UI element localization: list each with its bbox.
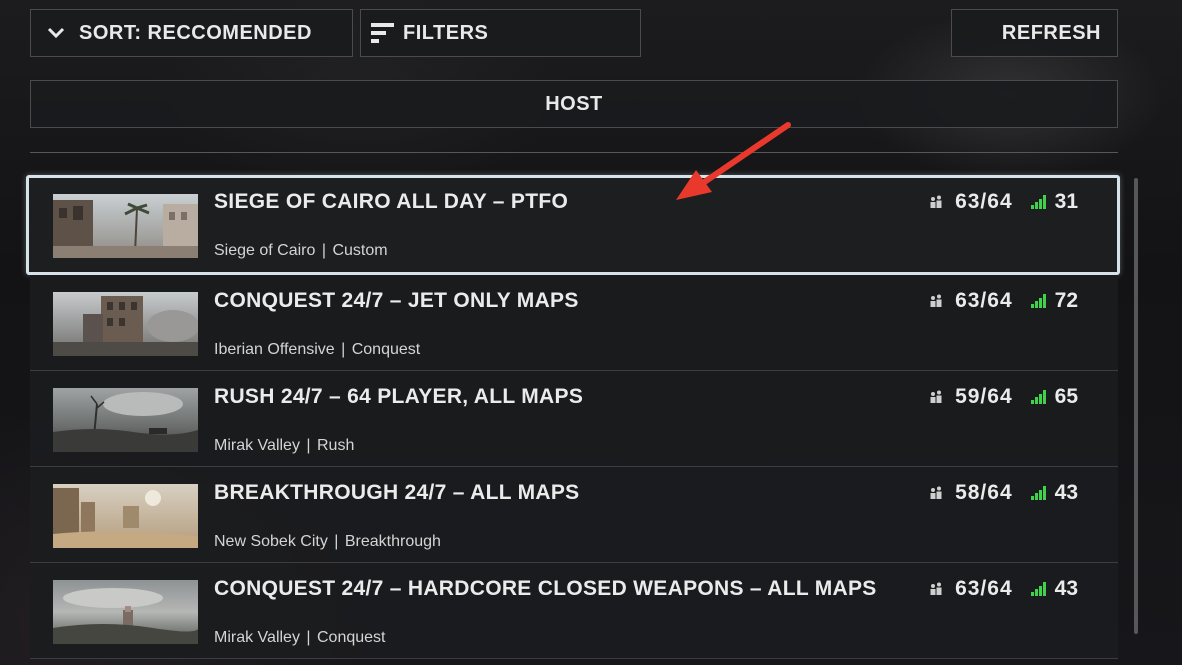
chevron-down-icon bbox=[47, 21, 79, 45]
server-row[interactable]: RUSH 24/7 – 64 PLAYER, ALL MAPS Mirak Va… bbox=[30, 371, 1118, 467]
signal-bars-icon bbox=[1030, 582, 1047, 596]
players-icon bbox=[929, 582, 943, 596]
sort-label: SORT: RECCOMENDED bbox=[79, 21, 312, 44]
server-title: BREAKTHROUGH 24/7 – ALL MAPS bbox=[214, 481, 580, 504]
game-mode: Rush bbox=[317, 437, 355, 454]
players-icon bbox=[929, 486, 943, 500]
host-button[interactable]: HOST bbox=[30, 80, 1118, 128]
server-row[interactable]: BREAKTHROUGH 24/7 – ALL MAPS New Sobek C… bbox=[30, 467, 1118, 563]
ping-value: 43 bbox=[1054, 481, 1078, 504]
player-count: 59/64 bbox=[955, 385, 1013, 408]
refresh-button[interactable]: REFRESH bbox=[951, 9, 1118, 57]
map-name: Mirak Valley bbox=[214, 437, 300, 454]
map-thumbnail bbox=[53, 388, 198, 452]
refresh-label: REFRESH bbox=[1001, 21, 1101, 44]
signal-bars-icon bbox=[1030, 486, 1047, 500]
server-stats: 59/64 65 bbox=[929, 385, 1078, 409]
divider bbox=[30, 152, 1118, 153]
server-subtitle: Iberian Offensive | Conquest bbox=[214, 341, 421, 358]
map-name: Mirak Valley bbox=[214, 629, 300, 646]
server-stats: 63/64 31 bbox=[929, 190, 1078, 214]
map-thumbnail bbox=[53, 484, 198, 548]
host-label: HOST bbox=[545, 92, 603, 115]
server-subtitle: Siege of Cairo | Custom bbox=[214, 242, 388, 259]
server-row[interactable]: SIEGE OF CAIRO ALL DAY – PTFO Siege of C… bbox=[26, 175, 1120, 275]
server-title: RUSH 24/7 – 64 PLAYER, ALL MAPS bbox=[214, 385, 584, 408]
game-mode: Breakthrough bbox=[344, 533, 441, 550]
filters-label: FILTERS bbox=[403, 21, 489, 44]
server-row[interactable]: CONQUEST 24/7 – JET ONLY MAPS Iberian Of… bbox=[30, 275, 1118, 371]
server-subtitle: Mirak Valley | Rush bbox=[214, 437, 355, 454]
game-mode: Conquest bbox=[317, 629, 386, 646]
game-mode: Custom bbox=[332, 242, 388, 259]
player-count: 58/64 bbox=[955, 481, 1013, 504]
map-name: Iberian Offensive bbox=[214, 341, 335, 358]
signal-bars-icon bbox=[1030, 195, 1047, 209]
players-icon bbox=[929, 195, 943, 209]
ping-value: 65 bbox=[1054, 385, 1078, 408]
map-thumbnail bbox=[53, 194, 198, 258]
map-name: Siege of Cairo bbox=[214, 242, 316, 259]
server-subtitle: Mirak Valley | Conquest bbox=[214, 629, 386, 646]
server-stats: 58/64 43 bbox=[929, 481, 1078, 505]
server-title: CONQUEST 24/7 – HARDCORE CLOSED WEAPONS … bbox=[214, 577, 877, 600]
filter-lines-icon bbox=[371, 21, 401, 45]
players-icon bbox=[929, 294, 943, 308]
players-icon bbox=[929, 390, 943, 404]
ping-value: 31 bbox=[1054, 190, 1078, 213]
map-thumbnail bbox=[53, 292, 198, 356]
ping-value: 43 bbox=[1054, 577, 1078, 600]
map-thumbnail bbox=[53, 580, 198, 644]
signal-bars-icon bbox=[1030, 294, 1047, 308]
server-title: SIEGE OF CAIRO ALL DAY – PTFO bbox=[214, 190, 569, 213]
player-count: 63/64 bbox=[955, 190, 1013, 213]
map-name: New Sobek City bbox=[214, 533, 328, 550]
server-subtitle: New Sobek City | Breakthrough bbox=[214, 533, 441, 550]
player-count: 63/64 bbox=[955, 577, 1013, 600]
sort-dropdown[interactable]: SORT: RECCOMENDED bbox=[30, 9, 353, 57]
player-count: 63/64 bbox=[955, 289, 1013, 312]
server-title: CONQUEST 24/7 – JET ONLY MAPS bbox=[214, 289, 579, 312]
scrollbar[interactable] bbox=[1134, 178, 1138, 634]
server-row[interactable]: CONQUEST 24/7 – HARDCORE CLOSED WEAPONS … bbox=[30, 563, 1118, 659]
signal-bars-icon bbox=[1030, 390, 1047, 404]
game-mode: Conquest bbox=[351, 341, 421, 358]
server-list: SIEGE OF CAIRO ALL DAY – PTFO Siege of C… bbox=[26, 175, 1120, 659]
ping-value: 72 bbox=[1054, 289, 1078, 312]
filters-button[interactable]: FILTERS bbox=[360, 9, 641, 57]
server-stats: 63/64 72 bbox=[929, 289, 1078, 313]
server-stats: 63/64 43 bbox=[929, 577, 1078, 601]
